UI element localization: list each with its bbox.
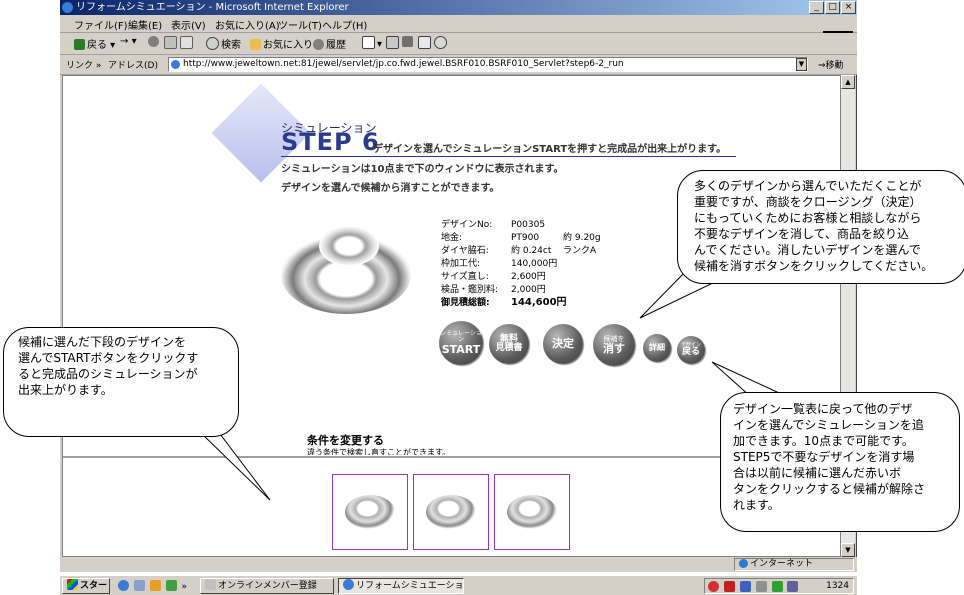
ie-quicklaunch-icon[interactable] [118, 580, 129, 591]
task-online-member[interactable]: オンラインメンバー登録 [200, 578, 334, 594]
media-icon[interactable] [149, 580, 161, 591]
tray-display-icon[interactable] [787, 581, 799, 592]
system-tray: 1324 [704, 578, 854, 594]
tray-ime-icon[interactable] [771, 581, 783, 592]
ie-task-icon [343, 579, 354, 590]
taskbar: スタート » オンラインメンバー登録 リフォームシミュエーション... 1324 [60, 575, 857, 595]
callout-remove-hint: 多くのデザインから選んでいただくことが 重要ですが、商談をクロージング（決定） … [677, 170, 964, 284]
tray-volume-icon[interactable] [755, 581, 767, 592]
clock: 1324 [826, 581, 849, 591]
windows-icon [67, 579, 78, 590]
tray-app-icon[interactable] [723, 581, 735, 592]
quicklaunch-area: » [118, 580, 187, 592]
window-icon [205, 579, 216, 590]
task-reform-simulation[interactable]: リフォームシミュエーション... [338, 578, 464, 594]
callout-add-hint: デザイン一覧表に戻って他のデザ インを選んでシミュレーションを追 加できます。1… [720, 392, 960, 532]
desktop-icon[interactable] [133, 580, 145, 591]
start-button[interactable]: スタート [62, 578, 110, 594]
tray-network-icon[interactable] [739, 581, 751, 592]
tray-antivirus-icon[interactable] [708, 581, 719, 592]
outlook-icon[interactable] [165, 580, 177, 591]
callout-start-hint: 候補に選んだ下段のデザインを 選んでSTARTボタンをクリックす ると完成品のシ… [3, 327, 239, 437]
